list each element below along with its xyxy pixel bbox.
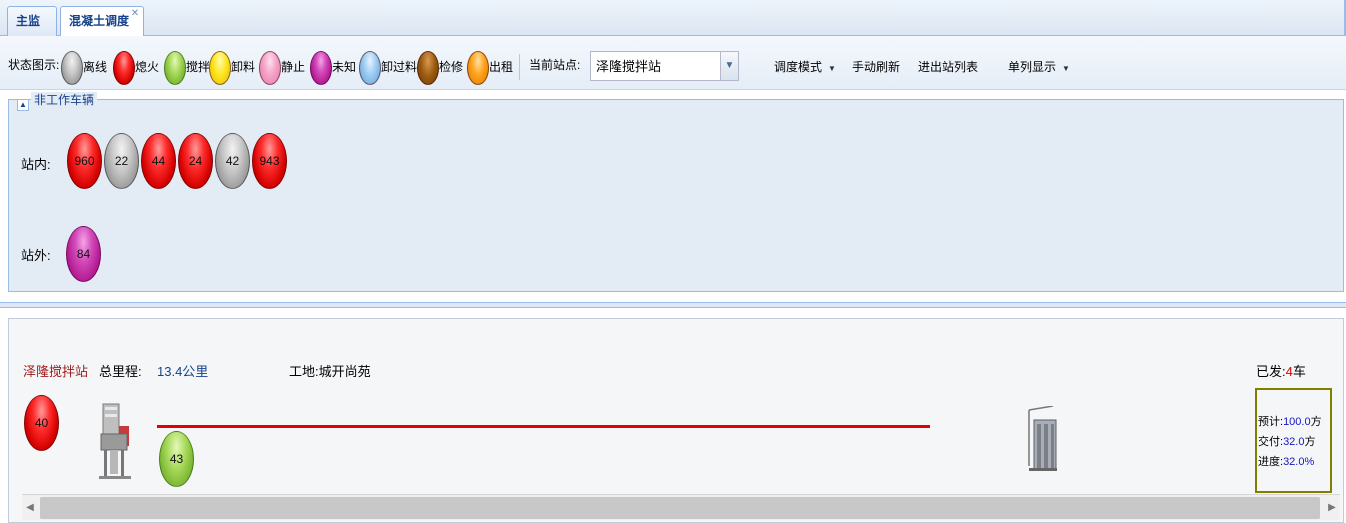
inside-vehicle-ball[interactable]: 44: [141, 133, 176, 189]
planned-unit: 方: [1310, 416, 1322, 428]
legend-pink-ball-icon: [259, 51, 281, 85]
panel-splitter[interactable]: [0, 302, 1346, 308]
legend-label: 搅拌: [186, 60, 211, 74]
legend-brown-ball-icon: [417, 51, 439, 85]
delivered-row: 交付:32.0方: [1258, 432, 1330, 452]
delivered-label: 交付:: [1258, 436, 1284, 448]
dispatched-prefix: 已发:: [1256, 364, 1286, 379]
horizontal-scrollbar[interactable]: ◀ ▶: [22, 494, 1340, 520]
progress-label: 进度:: [1258, 456, 1284, 468]
station-select-value: 泽隆搅拌站: [596, 59, 662, 74]
legend-orange-ball-icon: [467, 51, 489, 85]
legend-blue-ball-icon: [359, 51, 381, 85]
legend-title: 状态图示:: [8, 58, 60, 72]
close-icon[interactable]: ✕: [130, 8, 140, 20]
vehicle-number: 24: [188, 154, 203, 168]
planned-row: 预计:100.0方: [1258, 412, 1330, 432]
planned-value: 100.0: [1283, 416, 1311, 428]
delivered-unit: 方: [1304, 436, 1316, 448]
progress-value: 32.0%: [1283, 456, 1315, 468]
planned-label: 预计:: [1258, 416, 1284, 428]
tab-main-monitor[interactable]: 主监控: [7, 6, 57, 56]
vehicle-number: 960: [74, 154, 95, 168]
legend-red-ball-icon: [113, 51, 135, 85]
entry-exit-list-label: 进出站列表: [918, 60, 979, 74]
total-distance-value: 13.4公里: [157, 364, 209, 379]
construction-site: 工地:城开尚苑: [289, 364, 371, 379]
legend-label: 出租: [489, 60, 514, 74]
dispatch-mode-button[interactable]: 调度模式 ▼: [774, 36, 836, 90]
progress-row: 进度:32.0%: [1258, 452, 1330, 472]
vehicle-number: 44: [151, 154, 166, 168]
vehicle-number: 84: [76, 247, 91, 261]
idle-panel-legend: 非工作车辆: [31, 92, 98, 108]
tab-concrete-dispatch[interactable]: 混凝土调度 ✕: [60, 6, 144, 37]
inside-vehicle-ball[interactable]: 960: [67, 133, 102, 189]
legend-label: 静止: [281, 60, 306, 74]
legend-label: 熄火: [135, 60, 160, 74]
vehicle-number: 22: [114, 154, 129, 168]
legend-gray-ball-icon: [61, 51, 83, 85]
tab-label: 混凝土调度: [69, 14, 130, 28]
dispatched-suffix: 车: [1292, 364, 1306, 379]
inside-vehicle-ball[interactable]: 943: [252, 133, 287, 189]
legend-label: 卸料: [231, 60, 256, 74]
idle-vehicles-panel: [8, 99, 1344, 292]
dispatched-number: 4: [1285, 364, 1293, 379]
route-vehicle-ball[interactable]: 43: [159, 431, 194, 487]
tab-strip: 主监控 混凝土调度 ✕: [0, 0, 1346, 56]
single-column-button[interactable]: 单列显示 ▼: [1008, 36, 1070, 90]
inside-station-label: 站内:: [21, 157, 51, 172]
station-label: 当前站点:: [529, 58, 581, 72]
legend-label: 卸过料: [381, 60, 418, 74]
chevron-down-icon[interactable]: ▼: [720, 52, 738, 80]
station-vehicle-ball[interactable]: 40: [24, 395, 59, 451]
caret-down-icon: ▼: [828, 64, 836, 73]
vehicle-number: 943: [259, 154, 280, 168]
delivered-value: 32.0: [1283, 436, 1305, 448]
order-summary-box: 预计:100.0方 交付:32.0方 进度:32.0%: [1255, 388, 1332, 493]
legend-yellow-ball-icon: [209, 51, 231, 85]
legend-label: 检修: [439, 60, 464, 74]
inside-vehicle-ball[interactable]: 24: [178, 133, 213, 189]
vehicle-number: 43: [169, 452, 184, 466]
station-select[interactable]: 泽隆搅拌站 ▼: [590, 51, 739, 81]
legend-green-ball-icon: [164, 51, 186, 85]
vehicle-number: 42: [225, 154, 240, 168]
scroll-left-icon[interactable]: ◀: [22, 495, 38, 521]
caret-down-icon: ▼: [1062, 64, 1070, 73]
legend-label: 未知: [332, 60, 357, 74]
single-column-label: 单列显示: [1008, 60, 1057, 74]
outside-vehicle-ball[interactable]: 84: [66, 226, 101, 282]
inside-vehicle-ball[interactable]: 42: [215, 133, 250, 189]
manual-refresh-button[interactable]: 手动刷新: [852, 36, 900, 90]
scrollbar-thumb[interactable]: [40, 497, 1320, 519]
total-distance-label: 总里程:: [99, 364, 142, 379]
vehicle-number: 40: [34, 416, 49, 430]
dispatch-mode-label: 调度模式: [774, 60, 823, 74]
legend-magenta-ball-icon: [310, 51, 332, 85]
outside-station-label: 站外:: [21, 248, 51, 263]
station-name[interactable]: 泽隆搅拌站: [23, 361, 88, 380]
building-icon: [1028, 406, 1057, 471]
manual-refresh-label: 手动刷新: [852, 60, 901, 74]
toolbar-separator: [519, 54, 520, 80]
route-line: [157, 425, 930, 428]
mixing-plant-icon: [99, 403, 131, 479]
inside-vehicle-ball[interactable]: 22: [104, 133, 139, 189]
dispatch-panel: [8, 318, 1344, 523]
collapse-icon[interactable]: ▲: [17, 99, 29, 111]
scroll-right-icon[interactable]: ▶: [1324, 495, 1340, 521]
entry-exit-list-button[interactable]: 进出站列表: [918, 36, 978, 90]
dispatched-count: 已发:4车: [1256, 361, 1306, 380]
legend-label: 离线: [83, 60, 108, 74]
